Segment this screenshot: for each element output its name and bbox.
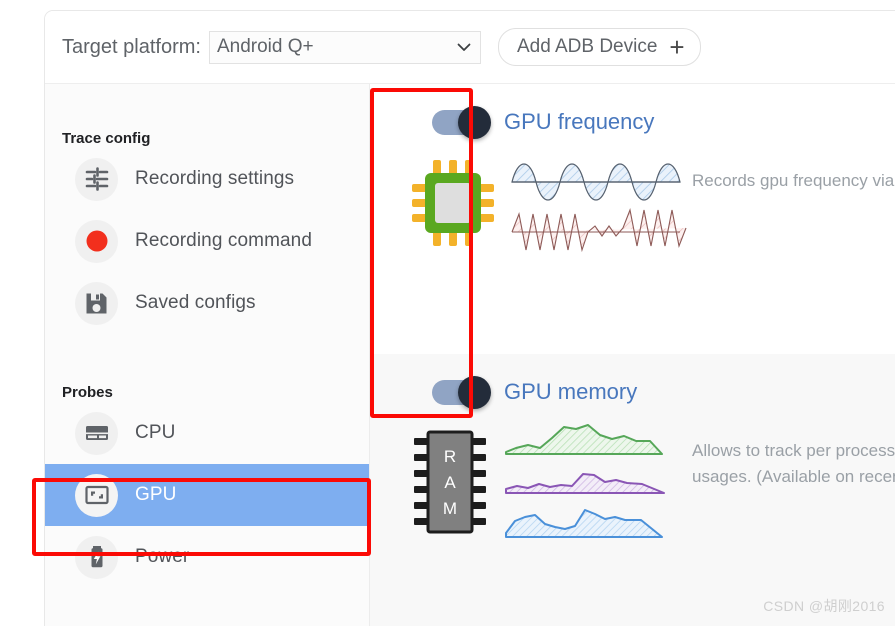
probe-gpu-memory: GPU memory R A M Allows to track per pro… (370, 354, 895, 626)
probe-title: GPU frequency (504, 109, 655, 134)
probe-description-line-1: Allows to track per process an (692, 441, 895, 460)
gpu-chip-waveform-illustration (408, 152, 698, 262)
svg-text:R: R (444, 447, 456, 466)
target-platform-value: Android Q+ (216, 36, 314, 57)
svg-text:M: M (443, 499, 457, 518)
gpu-screen-icon (75, 473, 118, 517)
sidebar-item-gpu[interactable]: GPU (45, 464, 369, 526)
watermark: CSDN @胡刚2016 (763, 598, 885, 614)
probe-description: Allows to track per process an usages. (… (692, 422, 895, 490)
sidebar-item-label: Power (135, 546, 190, 567)
battery-bolt-icon (75, 535, 118, 579)
probe-description: Records gpu frequency via ftra (692, 171, 895, 190)
sidebar-item-recording-command[interactable]: Recording command (45, 210, 369, 272)
target-platform-select[interactable]: Android Q+ (208, 30, 481, 64)
plus-icon: + (669, 32, 685, 62)
probe-header: GPU memory (370, 376, 895, 409)
record-dot-icon (75, 219, 118, 263)
sidebar-item-label: Saved configs (135, 292, 256, 313)
cpu-chip-icon (75, 411, 118, 455)
gpu-memory-toggle[interactable] (432, 376, 492, 409)
svg-text:A: A (444, 473, 456, 492)
header-bar: Target platform: Android Q+ Add ADB Devi… (45, 11, 895, 84)
probe-description-line-2: usages. (Available on recent A (692, 467, 895, 486)
add-adb-device-label: Add ADB Device (516, 36, 658, 57)
toggle-knob (458, 376, 491, 409)
probes-section-title: Probes (62, 384, 113, 401)
probe-body: Records gpu frequency via ftra (370, 152, 895, 262)
add-adb-device-button[interactable]: Add ADB Device + (497, 28, 701, 66)
sidebar-item-label: Recording command (135, 230, 313, 251)
sidebar-item-power[interactable]: Power (45, 526, 369, 588)
gpu-frequency-toggle[interactable] (432, 106, 492, 139)
sidebar-item-saved-configs[interactable]: Saved configs (45, 272, 369, 334)
chevron-down-icon (455, 38, 473, 56)
sidebar-item-cpu[interactable]: CPU (45, 402, 369, 464)
probe-body: R A M Allows to track per process usages… (370, 422, 895, 542)
save-floppy-icon (75, 281, 118, 325)
perfetto-config-panel: Target platform: Android Q+ Add ADB Devi… (45, 11, 895, 626)
sidebar-item-label: CPU (135, 422, 176, 443)
sidebar-item-label: Recording settings (135, 168, 295, 189)
sidebar-item-label: GPU (135, 484, 177, 505)
tune-icon (75, 157, 118, 201)
toggle-knob (458, 106, 491, 139)
target-platform-label: Target platform: (62, 35, 201, 58)
sidebar: Trace config Recording settings Recordin… (45, 84, 370, 626)
probe-list: GPU frequency Records gpu frequency via … (370, 84, 895, 626)
probe-header: GPU frequency (370, 106, 895, 139)
sidebar-item-recording-settings[interactable]: Recording settings (45, 148, 369, 210)
ram-chip-area-charts-illustration: R A M (408, 422, 698, 542)
probe-gpu-frequency: GPU frequency Records gpu frequency via (370, 84, 895, 354)
trace-config-section-title: Trace config (62, 130, 151, 147)
probe-title: GPU memory (504, 379, 638, 404)
